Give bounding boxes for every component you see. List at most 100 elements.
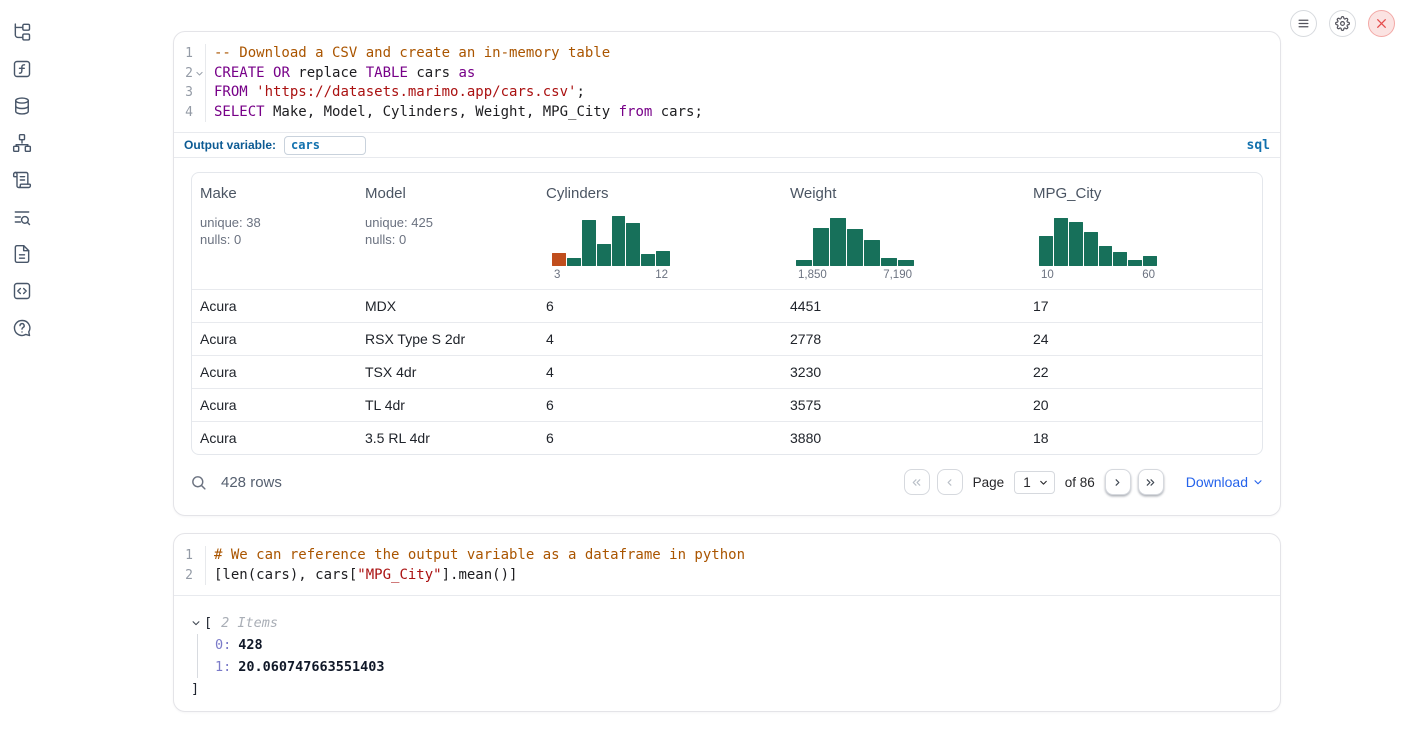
histogram-bar[interactable] [1084, 232, 1098, 266]
chevron-right-icon [1111, 476, 1124, 489]
line-number: 1 [174, 546, 193, 566]
weight-histogram: 1,850 7,190 [796, 214, 914, 281]
make-unique-stat: unique: 38 [200, 214, 349, 231]
close-icon [1375, 17, 1388, 30]
scratchpad-icon[interactable] [12, 170, 32, 190]
collapse-toggle[interactable] [191, 618, 201, 628]
histogram-bar[interactable] [567, 258, 581, 266]
table-row[interactable]: Acura TL 4dr 6 3575 20 [192, 388, 1262, 421]
model-unique-stat: unique: 425 [365, 214, 530, 231]
histogram-bar[interactable] [830, 218, 846, 266]
histogram-bar[interactable] [626, 223, 640, 266]
notebook-menu-button[interactable] [1290, 10, 1317, 37]
histogram-bar[interactable] [813, 228, 829, 266]
page-total-label: of 86 [1065, 475, 1095, 490]
code-line[interactable]: 1# We can reference the output variable … [174, 546, 1280, 566]
next-page-button[interactable] [1105, 469, 1131, 495]
table-row[interactable]: Acura TSX 4dr 4 3230 22 [192, 355, 1262, 388]
sidebar [0, 0, 44, 729]
line-number: 4 [174, 103, 193, 123]
histogram-bar[interactable] [641, 254, 655, 266]
code-line[interactable]: 2[len(cars), cars["MPG_City"].mean()] [174, 566, 1280, 586]
output-variable-bar: Output variable: sql [174, 132, 1280, 158]
tree-entry: 1:20.060747663551403 [215, 656, 1264, 678]
datasources-icon[interactable] [12, 96, 32, 116]
histogram-bar[interactable] [1054, 218, 1068, 266]
dependency-graph-icon[interactable] [12, 133, 32, 153]
python-code-editor[interactable]: 1# We can reference the output variable … [174, 534, 1280, 595]
documentation-icon[interactable] [12, 244, 32, 264]
column-header-cylinders[interactable]: Cylinders 3 12 [538, 185, 782, 289]
histogram-bar[interactable] [552, 253, 566, 266]
hist-max-label: 7,190 [883, 269, 912, 281]
fold-toggle [193, 44, 206, 64]
close-bracket: ] [191, 678, 1264, 700]
histogram-bar[interactable] [864, 240, 880, 266]
column-header-model[interactable]: Model unique: 425 nulls: 0 [357, 185, 538, 289]
histogram-bar[interactable] [796, 260, 812, 266]
table-footer: 428 rows Page 1 of 86 Download [174, 455, 1280, 510]
histogram-bar[interactable] [1099, 246, 1113, 266]
column-header-make[interactable]: Make unique: 38 nulls: 0 [192, 185, 357, 289]
line-number: 2 [174, 64, 193, 84]
code-line[interactable]: 1-- Download a CSV and create an in-memo… [174, 44, 1280, 64]
hist-max-label: 12 [655, 269, 668, 281]
output-variable-input[interactable] [284, 136, 366, 155]
fold-toggle [193, 83, 206, 103]
table-row[interactable]: Acura 3.5 RL 4dr 6 3880 18 [192, 421, 1262, 454]
gear-icon [1335, 16, 1350, 31]
mpg-city-histogram: 10 60 [1039, 214, 1157, 281]
chevron-left-icon [943, 476, 956, 489]
histogram-bar[interactable] [656, 251, 670, 266]
fold-toggle[interactable] [193, 64, 206, 84]
histogram-bar[interactable] [1143, 256, 1157, 266]
search-icon [190, 474, 207, 491]
histogram-bar[interactable] [847, 229, 863, 266]
settings-button[interactable] [1329, 10, 1356, 37]
snippets-icon[interactable] [12, 281, 32, 301]
line-number: 1 [174, 44, 193, 64]
table-row[interactable]: Acura RSX Type S 2dr 4 2778 24 [192, 322, 1262, 355]
histogram-bar[interactable] [612, 216, 626, 266]
line-number: 2 [174, 566, 193, 586]
sql-code-editor[interactable]: 1-- Download a CSV and create an in-memo… [174, 32, 1280, 132]
histogram-bar[interactable] [1069, 222, 1083, 266]
histogram-bar[interactable] [898, 260, 914, 266]
histogram-bar[interactable] [1128, 260, 1142, 266]
column-header-mpg-city[interactable]: MPG_City 10 60 [1025, 185, 1262, 289]
logs-icon[interactable] [12, 207, 32, 227]
output-tree: [ 2 Items 0:428 1:20.060747663551403 ] [174, 596, 1280, 716]
code-line[interactable]: 2CREATE OR replace TABLE cars as [174, 64, 1280, 84]
download-button[interactable]: Download [1186, 474, 1264, 490]
help-icon[interactable] [12, 318, 32, 338]
page-select[interactable]: 1 [1014, 471, 1055, 494]
last-page-button[interactable] [1138, 469, 1164, 495]
chevron-down-icon [191, 618, 201, 628]
table-row[interactable]: Acura MDX 6 4451 17 [192, 289, 1262, 322]
data-table: Make unique: 38 nulls: 0 Model unique: 4… [191, 172, 1263, 455]
histogram-bar[interactable] [582, 220, 596, 266]
chevron-down-icon [1252, 476, 1264, 488]
variables-icon[interactable] [12, 59, 32, 79]
histogram-bar[interactable] [881, 258, 897, 266]
open-bracket: [ [204, 612, 212, 634]
model-nulls-stat: nulls: 0 [365, 231, 530, 248]
hist-min-label: 3 [554, 269, 560, 281]
column-header-weight[interactable]: Weight 1,850 7,190 [782, 185, 1025, 289]
first-page-button[interactable] [904, 469, 930, 495]
file-explorer-icon[interactable] [12, 22, 32, 42]
code-line[interactable]: 4SELECT Make, Model, Cylinders, Weight, … [174, 103, 1280, 123]
shutdown-button[interactable] [1368, 10, 1395, 37]
search-button[interactable] [190, 474, 207, 491]
hist-max-label: 60 [1142, 269, 1155, 281]
histogram-bar[interactable] [1113, 252, 1127, 266]
hist-min-label: 10 [1041, 269, 1054, 281]
fold-chevron-icon [195, 69, 204, 78]
notebook-controls [1290, 10, 1395, 37]
histogram-bar[interactable] [1039, 236, 1053, 266]
make-nulls-stat: nulls: 0 [200, 231, 349, 248]
histogram-bar[interactable] [597, 244, 611, 266]
previous-page-button[interactable] [937, 469, 963, 495]
code-line[interactable]: 3FROM 'https://datasets.marimo.app/cars.… [174, 83, 1280, 103]
cylinders-histogram: 3 12 [552, 214, 670, 281]
